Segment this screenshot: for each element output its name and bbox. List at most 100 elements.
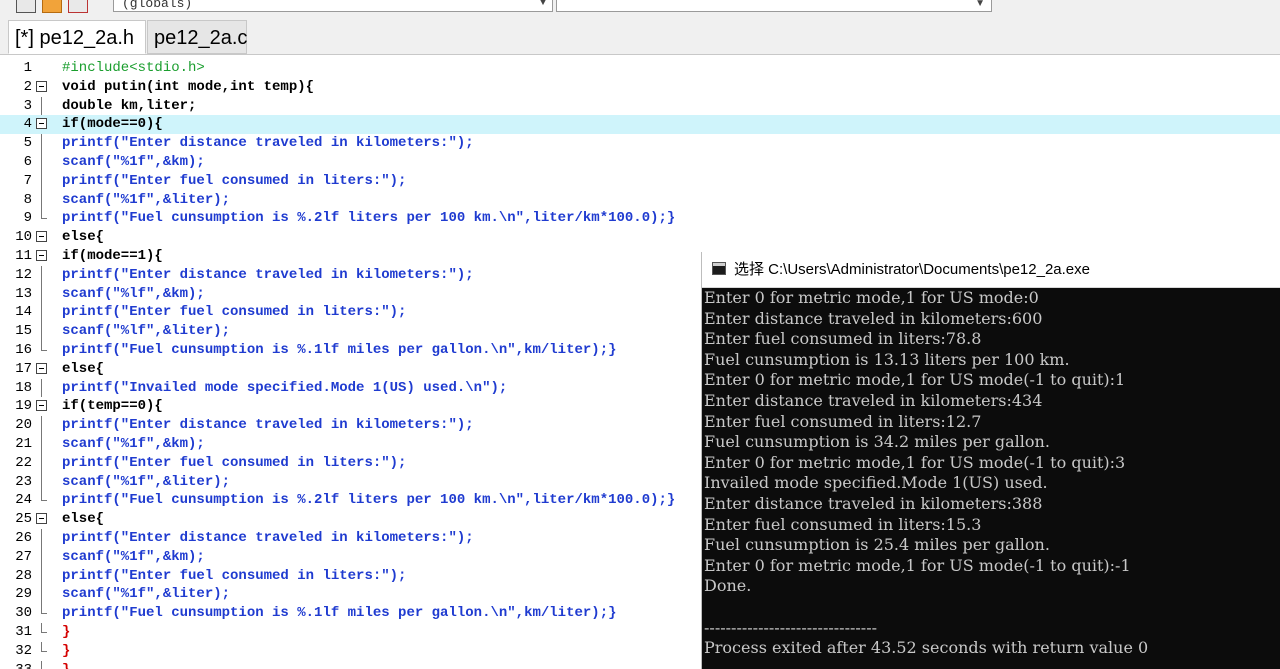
code-text: else{ [62, 229, 105, 246]
code-line[interactable]: 5 printf("Enter distance traveled in kilo… [0, 134, 1280, 153]
fold-toggle-icon[interactable] [36, 247, 48, 266]
code-text: scanf("%1f",&km); [62, 436, 205, 452]
line-number: 7 [23, 172, 32, 189]
console-line: Enter 0 for metric mode,1 for US mode(-1… [704, 452, 1126, 472]
code-text: printf("Enter distance traveled in kilom… [62, 530, 474, 546]
line-number: 21 [15, 436, 32, 452]
line-number: 22 [15, 454, 32, 471]
fold-guide [36, 303, 48, 323]
code-text: scanf("%1f",&liter); [62, 191, 231, 208]
fold-guide [36, 435, 48, 454]
code-text: printf("Fuel cunsumption is %.2lf liters… [62, 210, 676, 227]
code-line[interactable]: 10 else{ [0, 228, 1280, 247]
line-number: 20 [15, 417, 32, 434]
fold-guide [36, 585, 48, 605]
code-text: printf("Enter fuel consumed in liters:")… [62, 304, 407, 321]
code-text: double km,liter; [62, 97, 197, 114]
console-line: Enter 0 for metric mode,1 for US mode:0 [704, 288, 1039, 307]
fold-toggle-icon[interactable] [36, 397, 48, 416]
code-line[interactable]: 2 void putin(int mode,int temp){ [0, 78, 1280, 97]
save-file-icon[interactable] [68, 0, 88, 13]
line-number: 15 [15, 323, 32, 340]
code-text: void putin(int mode,int temp){ [62, 78, 315, 95]
line-number: 18 [15, 379, 32, 396]
line-number: 17 [15, 360, 32, 377]
fold-toggle-icon[interactable] [36, 115, 48, 134]
console-output: Enter 0 for metric mode,1 for US mode:0 E… [704, 288, 1280, 669]
toolbar: (globals) ▼ ▼ [0, 0, 1280, 16]
console-line: Fuel cunsumption is 25.4 miles per gallo… [704, 535, 1050, 555]
fold-guide [36, 472, 48, 492]
fold-toggle-icon[interactable] [36, 360, 48, 379]
code-text: } [62, 642, 71, 659]
line-number: 14 [15, 304, 32, 321]
tab-label: [*] pe12_2a.h [15, 27, 134, 49]
console-line: Enter fuel consumed in liters:15.3 [704, 514, 982, 534]
tab-pe12-2a-h[interactable]: [*] pe12_2a.h [8, 20, 146, 54]
code-text: scanf("%1f",&km); [62, 548, 205, 565]
fold-guide [36, 209, 48, 228]
scope-select[interactable]: (globals) ▼ [113, 0, 553, 12]
code-text: printf("Enter fuel consumed in liters:")… [62, 454, 407, 471]
code-line[interactable]: 7 printf("Enter fuel consumed in liters:"… [0, 171, 1280, 191]
line-number: 31 [15, 624, 32, 640]
new-file-icon[interactable] [16, 0, 36, 13]
code-line[interactable]: 4 if(mode==0){ [0, 115, 1280, 135]
fold-guide [36, 265, 48, 285]
line-number: 27 [15, 548, 32, 565]
fold-toggle-icon[interactable] [36, 510, 48, 529]
line-number: 26 [15, 530, 32, 546]
fold-guide [36, 491, 48, 510]
fold-guide [36, 566, 48, 586]
line-number: 32 [15, 642, 32, 659]
code-line[interactable]: 6 scanf("%1f",&km); [0, 153, 1280, 172]
line-number: 28 [15, 567, 32, 584]
fold-guide [36, 153, 48, 172]
code-text: } [62, 624, 71, 640]
line-number: 29 [15, 586, 32, 603]
line-number: 19 [15, 398, 32, 415]
function-select[interactable]: ▼ [556, 0, 992, 12]
line-number: 10 [15, 229, 32, 246]
line-number: 16 [15, 342, 32, 358]
fold-guide [36, 453, 48, 473]
console-line: Enter fuel consumed in liters:78.8 [704, 329, 982, 349]
fold-guide [36, 604, 48, 623]
tab-pe12-2a-c[interactable]: pe12_2a.c [147, 20, 247, 54]
fold-guide [36, 171, 48, 191]
code-text: } [62, 661, 70, 669]
code-text: scanf("%lf",&liter); [62, 323, 231, 340]
code-text: if(mode==1){ [62, 248, 163, 264]
line-number: 33 [0, 661, 32, 669]
fold-guide [36, 623, 48, 642]
console-title-bar[interactable]: 选择 C:\Users\Administrator\Documents\pe12… [702, 252, 1280, 288]
line-number: 3 [23, 97, 32, 114]
code-text: printf("Enter distance traveled in kilom… [62, 135, 474, 152]
console-line: Enter distance traveled in kilometers:38… [704, 493, 1043, 513]
console-line: Fuel cunsumption is 13.13 liters per 100… [704, 349, 1070, 369]
code-text: else{ [62, 511, 105, 528]
console-line: Enter distance traveled in kilometers:43… [704, 390, 1043, 410]
line-number: 8 [23, 191, 32, 208]
toolbar-icons [0, 0, 88, 16]
console-line: -------------------------------- [704, 617, 877, 637]
code-line[interactable]: 1 #include<stdio.h> [0, 59, 1280, 78]
code-line[interactable]: 9 printf("Fuel cunsumption is %.2lf liter… [0, 209, 1280, 228]
fold-guide [36, 190, 48, 210]
code-line[interactable]: 3 double km,liter; [0, 96, 1280, 116]
console-line: Enter 0 for metric mode,1 for US mode(-1… [704, 555, 1131, 575]
code-line[interactable]: 8 scanf("%1f",&liter); [0, 190, 1280, 210]
console-line: Done. [704, 576, 752, 596]
code-text: printf("Enter fuel consumed in liters:")… [62, 567, 407, 584]
line-number: 25 [15, 511, 32, 528]
fold-guide [36, 322, 48, 341]
console-line: Enter fuel consumed in liters:12.7 [704, 411, 982, 431]
open-file-icon[interactable] [42, 0, 62, 13]
fold-guide [36, 134, 48, 153]
fold-toggle-icon[interactable] [36, 228, 48, 247]
fold-guide [36, 59, 48, 78]
line-number: 1 [23, 60, 32, 76]
fold-toggle-icon[interactable] [36, 78, 48, 97]
code-text: printf("Enter distance traveled in kilom… [62, 417, 474, 434]
fold-guide [36, 416, 48, 435]
